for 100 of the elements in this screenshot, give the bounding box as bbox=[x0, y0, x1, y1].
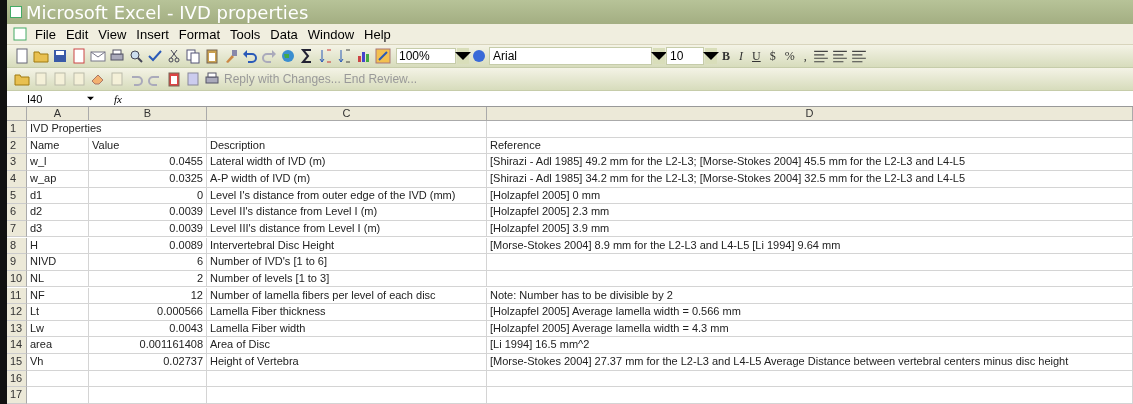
help-icon[interactable] bbox=[471, 48, 487, 64]
format-button[interactable]: B bbox=[718, 48, 734, 64]
table-cell: [Shirazi - Adl 1985] 49.2 mm for the L2-L3; [Morse-Stokes 2004] 45.5 mm for the L2-L3 and L4-L5 bbox=[487, 154, 1133, 171]
column-header[interactable]: C bbox=[207, 107, 487, 121]
table-cell: Number of IVD's [1 to 6] bbox=[207, 254, 487, 271]
table-cell: A-P width of IVD (m) bbox=[207, 171, 487, 188]
table-cell: Lateral width of IVD (m) bbox=[207, 154, 487, 171]
sort-descending-icon[interactable] bbox=[337, 48, 353, 64]
table-cell: d3 bbox=[27, 220, 89, 238]
window-title: Microsoft Excel - IVD properties bbox=[26, 1, 309, 23]
align-center-icon[interactable] bbox=[831, 48, 848, 64]
table-cell: 2 bbox=[89, 270, 207, 288]
font-size-field[interactable]: 10 bbox=[666, 47, 704, 65]
table-cell: 0.0089 bbox=[89, 237, 207, 255]
table-cell: [Shirazi - Adl 1985] 34.2 mm for the L2-L3; [Morse-Stokes 2004] 32.5 mm for the L2-L3 and L4-L5 bbox=[487, 171, 1133, 188]
clipboard-icon[interactable] bbox=[166, 71, 182, 87]
align-right-icon[interactable] bbox=[850, 48, 867, 64]
function-button[interactable]: fx bbox=[114, 92, 128, 105]
new-document-icon[interactable] bbox=[14, 48, 30, 64]
envelope-icon[interactable] bbox=[90, 48, 106, 64]
column-header[interactable]: B bbox=[89, 107, 207, 121]
menu-item[interactable]: Tools bbox=[226, 26, 265, 42]
row-header[interactable]: 17 bbox=[7, 387, 27, 404]
row-header[interactable]: 9 bbox=[7, 254, 27, 271]
table-cell: 0.000566 bbox=[89, 304, 207, 321]
table-cell: H bbox=[27, 237, 89, 255]
menu-item[interactable]: Data bbox=[266, 26, 302, 42]
table-cell: Vh bbox=[27, 354, 89, 371]
printer-icon[interactable] bbox=[109, 48, 125, 64]
row-header[interactable]: 8 bbox=[7, 237, 27, 255]
magnifier-icon[interactable] bbox=[128, 48, 144, 64]
row-header[interactable]: 11 bbox=[7, 287, 27, 304]
table-cell: Note: Number has to be divisible by 2 bbox=[487, 287, 1133, 304]
scissors-icon[interactable] bbox=[166, 48, 182, 64]
table-cell: 0.02737 bbox=[89, 354, 207, 371]
column-header[interactable]: A bbox=[27, 107, 89, 121]
dropdown-arrow-icon[interactable] bbox=[87, 95, 94, 102]
table-cell: Area of Disc bbox=[207, 337, 487, 354]
table-cell: Reference bbox=[487, 137, 1133, 155]
folder-icon[interactable] bbox=[14, 71, 30, 87]
table-cell: d1 bbox=[27, 187, 89, 205]
row-header[interactable]: 14 bbox=[7, 337, 27, 354]
table-cell: [Holzapfel 2005] 0 mm bbox=[487, 187, 1133, 205]
row-header[interactable]: 15 bbox=[7, 354, 27, 371]
check-icon[interactable] bbox=[147, 48, 163, 64]
format-button[interactable]: , bbox=[799, 48, 811, 64]
select-all-corner[interactable] bbox=[7, 107, 27, 121]
row-header[interactable]: 12 bbox=[7, 304, 27, 321]
column-header[interactable]: D bbox=[487, 107, 1133, 121]
format-button[interactable]: $ bbox=[765, 48, 780, 64]
row-header[interactable]: 4 bbox=[7, 171, 27, 188]
menu-item[interactable]: Insert bbox=[132, 26, 173, 42]
drawing-icon[interactable] bbox=[375, 48, 391, 64]
table-cell: 0.0039 bbox=[89, 220, 207, 238]
menu-item[interactable]: Help bbox=[360, 26, 395, 42]
clipboard-icon[interactable] bbox=[204, 48, 220, 64]
table-cell: Description bbox=[207, 137, 487, 155]
table-cell: [Holzapfel 2005] Average lamella width = 4.3 mm bbox=[487, 320, 1133, 338]
name-box[interactable]: I40 bbox=[7, 92, 87, 105]
table-cell: Height of Vertebra bbox=[207, 354, 487, 371]
row-header[interactable]: 1 bbox=[7, 121, 27, 138]
row-header[interactable]: 3 bbox=[7, 154, 27, 171]
table-cell: Level II's distance from Level I (m) bbox=[207, 204, 487, 221]
menu-item[interactable]: File bbox=[31, 26, 60, 42]
table-cell: Lw bbox=[27, 320, 89, 338]
table-cell: NL bbox=[27, 270, 89, 288]
table-cell: 0 bbox=[89, 187, 207, 205]
table-cell: Level III's distance from Level I (m) bbox=[207, 220, 487, 238]
table-cell: Lt bbox=[27, 304, 89, 321]
document-icon[interactable] bbox=[13, 27, 29, 41]
menu-item[interactable]: Edit bbox=[61, 26, 93, 42]
table-cell: Name bbox=[27, 137, 89, 155]
format-button[interactable]: U bbox=[748, 48, 765, 64]
table-cell: 0.0043 bbox=[89, 320, 207, 338]
row-header[interactable]: 6 bbox=[7, 204, 27, 221]
table-cell: NF bbox=[27, 287, 89, 304]
font-field[interactable]: Arial bbox=[489, 47, 652, 65]
table-cell: Value bbox=[89, 137, 207, 155]
table-cell: [Li 1994] 16.5 mm^2 bbox=[487, 337, 1133, 354]
table-cell: Lamella Fiber thickness bbox=[207, 304, 487, 321]
menu-item[interactable]: View bbox=[94, 26, 131, 42]
brush-icon[interactable] bbox=[223, 48, 239, 64]
table-cell: area bbox=[27, 337, 89, 354]
menu-item[interactable]: Format bbox=[174, 26, 224, 42]
table-cell: 12 bbox=[89, 287, 207, 304]
table-cell: [Morse-Stokes 2004] 27.37 mm for the L2-L3 and L4-L5 Average Distance between vertebral centers minus disc height bbox=[487, 354, 1133, 371]
menu-item[interactable]: Window bbox=[303, 26, 359, 42]
printer-icon[interactable] bbox=[204, 71, 220, 87]
format-button[interactable]: % bbox=[780, 48, 799, 64]
table-cell: 0.0039 bbox=[89, 204, 207, 221]
table-cell: [Holzapfel 2005] 3.9 mm bbox=[487, 220, 1133, 238]
zoom-field[interactable]: 100% bbox=[396, 48, 456, 64]
table-cell: NIVD bbox=[27, 254, 89, 271]
table-cell: Lamella Fiber width bbox=[207, 320, 487, 338]
copy-icon[interactable] bbox=[185, 48, 201, 64]
align-left-icon[interactable] bbox=[812, 48, 829, 64]
table-cell: [Holzapfel 2005] Average lamella width = 0.566 mm bbox=[487, 304, 1133, 321]
table-cell: Level I's distance from outer edge of the IVD (mm) bbox=[207, 187, 487, 205]
table-cell: Intervertebral Disc Height bbox=[207, 237, 487, 255]
format-button[interactable]: I bbox=[735, 48, 747, 64]
